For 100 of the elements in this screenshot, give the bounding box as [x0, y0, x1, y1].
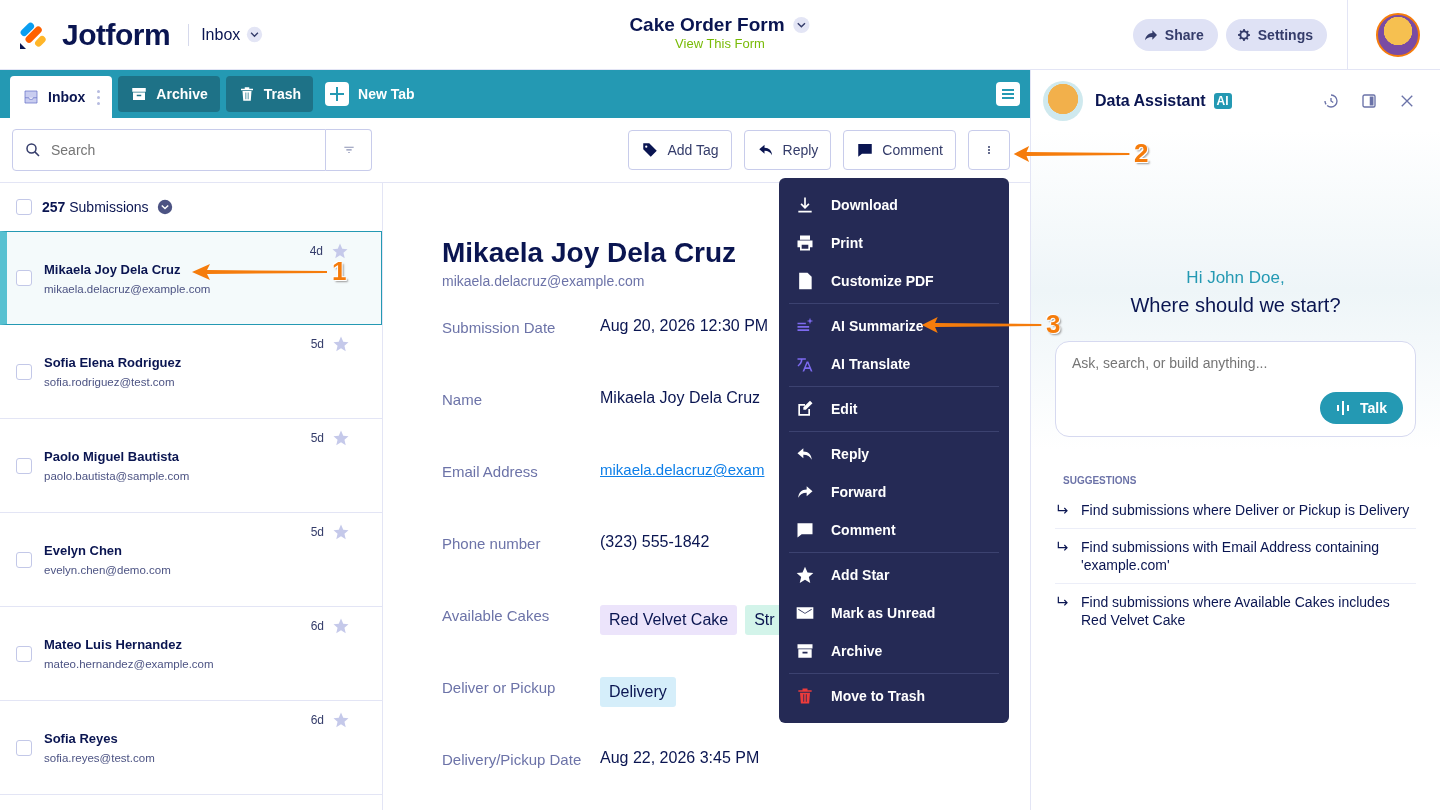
- header-button[interactable]: Settings: [1225, 18, 1327, 51]
- menu-item[interactable]: Customize PDF: [789, 262, 999, 300]
- submission-age: 5d: [310, 431, 324, 445]
- search-field[interactable]: Search: [12, 129, 326, 171]
- field-label: Available Cakes: [442, 607, 551, 625]
- trash-icon: [795, 686, 815, 706]
- field-label: Email Address: [442, 463, 539, 481]
- menu-item[interactable]: AI Translate: [789, 345, 999, 383]
- menu-item[interactable]: Add Star: [789, 556, 999, 594]
- more-button[interactable]: [968, 130, 1010, 170]
- inbox-icon: [22, 88, 40, 106]
- ai-badge: AI: [1213, 93, 1232, 109]
- suggestion-item[interactable]: Find submissions with Email Address containing 'example.com': [1055, 529, 1416, 584]
- star-icon[interactable]: [331, 242, 349, 260]
- menu-item[interactable]: Download: [789, 186, 999, 224]
- user-avatar[interactable]: [1376, 12, 1420, 57]
- tab[interactable]: Archive: [118, 76, 220, 112]
- star-icon[interactable]: [332, 429, 350, 447]
- header-button[interactable]: Share: [1132, 18, 1218, 51]
- submitter-name: Mikaela Joy Dela Cruz: [44, 261, 181, 277]
- menu-item[interactable]: Forward: [789, 473, 999, 511]
- star-icon[interactable]: [332, 335, 350, 353]
- field-label: Submission Date: [442, 319, 557, 337]
- submitter-email: evelyn.chen@demo.com: [44, 564, 171, 576]
- panel-icon[interactable]: [1360, 92, 1378, 110]
- field-value: Aug 20, 2026 12:30 PM: [600, 317, 769, 335]
- submitter-email: sofia.rodriguez@test.com: [44, 376, 175, 388]
- submission-item[interactable]: Sofia Reyes sofia.reyes@test.com 6d: [0, 701, 382, 795]
- suggestion-item[interactable]: Find submissions where Deliver or Pickup is Delivery: [1055, 492, 1416, 529]
- checkbox[interactable]: [16, 199, 32, 215]
- field-label: Delivery/Pickup Date: [442, 751, 583, 769]
- option-tag: Red Velvet Cake: [600, 605, 738, 635]
- menu-item[interactable]: Mark as Unread: [789, 594, 999, 632]
- tab[interactable]: Trash: [225, 76, 314, 112]
- menu-item[interactable]: Print: [789, 224, 999, 262]
- submission-item[interactable]: Evelyn Chen evelyn.chen@demo.com 5d: [0, 513, 382, 607]
- email-link[interactable]: mikaela.delacruz@exam: [600, 461, 765, 478]
- submission-item[interactable]: Sofia Elena Rodriguez sofia.rodriguez@test.com 5d: [0, 325, 382, 419]
- plus-icon: [325, 82, 350, 106]
- field-label: Name: [442, 391, 483, 409]
- checkbox[interactable]: [16, 457, 32, 474]
- printer-icon: [795, 233, 815, 253]
- submitter-name: Sofia Elena Rodriguez: [44, 355, 182, 370]
- submission-item[interactable]: Paolo Miguel Bautista paolo.bautista@sample.com 5d: [0, 419, 382, 513]
- checkbox[interactable]: [16, 645, 32, 662]
- submission-item[interactable]: Mateo Luis Hernandez mateo.hernandez@example.com 6d: [0, 607, 382, 701]
- submitter-name: Paolo Miguel Bautista: [44, 449, 180, 464]
- kebab-icon[interactable]: [97, 89, 101, 105]
- action-button[interactable]: Comment: [843, 130, 956, 170]
- archive-box-icon: [130, 85, 149, 103]
- section-dropdown[interactable]: Inbox: [201, 25, 264, 44]
- field-value: Aug 22, 2026 3:45 PM: [600, 749, 760, 767]
- chevron-icon: [246, 26, 264, 43]
- menu-item[interactable]: Reply: [789, 435, 999, 473]
- assistant-title: Data Assistant: [1095, 92, 1206, 110]
- star-icon[interactable]: [332, 617, 350, 635]
- checkbox[interactable]: [16, 739, 32, 756]
- chat-input-field[interactable]: Ask, search, or build anything...: [1070, 354, 1374, 372]
- checkbox[interactable]: [16, 270, 32, 286]
- menu-icon[interactable]: [996, 82, 1020, 106]
- submission-age: 4d: [309, 244, 323, 258]
- tab[interactable]: Inbox: [10, 76, 113, 118]
- submitter-email: mateo.hernandez@example.com: [44, 658, 214, 670]
- submitter-email: mikaela.delacruz@example.com: [44, 282, 211, 295]
- action-button[interactable]: Reply: [743, 130, 832, 170]
- submission-age: 6d: [310, 713, 324, 727]
- suggestions-heading: SUGGESTIONS: [1063, 475, 1137, 486]
- filter-button[interactable]: [326, 129, 372, 171]
- field-label: Phone number: [442, 535, 542, 553]
- checkbox[interactable]: [16, 551, 32, 568]
- suggestion-item[interactable]: Find submissions where Available Cakes includes Red Velvet Cake: [1055, 584, 1416, 638]
- submission-age: 6d: [310, 619, 324, 633]
- menu-item[interactable]: AI Summarize: [789, 307, 999, 345]
- annotation-number: 3: [1046, 309, 1061, 340]
- menu-item[interactable]: Move to Trash: [789, 677, 999, 715]
- greeting: Hi John Doe,: [1186, 268, 1285, 288]
- chevron-icon[interactable]: [792, 16, 811, 34]
- star-icon: [795, 565, 815, 585]
- star-icon[interactable]: [332, 523, 350, 541]
- star-icon[interactable]: [332, 711, 350, 729]
- chevron-icon[interactable]: [156, 199, 173, 215]
- menu-item[interactable]: Edit: [789, 390, 999, 428]
- annotation-number: 2: [1134, 138, 1149, 169]
- submitter-name-heading: Mikaela Joy Dela Cruz: [442, 237, 737, 269]
- settings-icon: [1235, 26, 1252, 43]
- search-icon: [24, 141, 42, 159]
- action-button[interactable]: Add Tag: [628, 130, 732, 170]
- submitter-email: sofia.reyes@test.com: [44, 752, 155, 764]
- field-value: (323) 555-1842: [600, 533, 710, 551]
- history-icon[interactable]: [1322, 92, 1340, 110]
- menu-item[interactable]: Archive: [789, 632, 999, 670]
- logo-text: Jotform: [62, 17, 171, 52]
- form-title: Cake Order Form: [629, 14, 785, 36]
- checkbox[interactable]: [16, 363, 32, 380]
- menu-item[interactable]: Comment: [789, 511, 999, 549]
- download-icon: [795, 195, 815, 215]
- prompt-heading: Where should we start?: [1130, 294, 1341, 317]
- submitter-name: Sofia Reyes: [44, 731, 118, 746]
- submission-count: 257 Submissions: [42, 199, 149, 215]
- voice-bars-icon: [1336, 401, 1350, 415]
